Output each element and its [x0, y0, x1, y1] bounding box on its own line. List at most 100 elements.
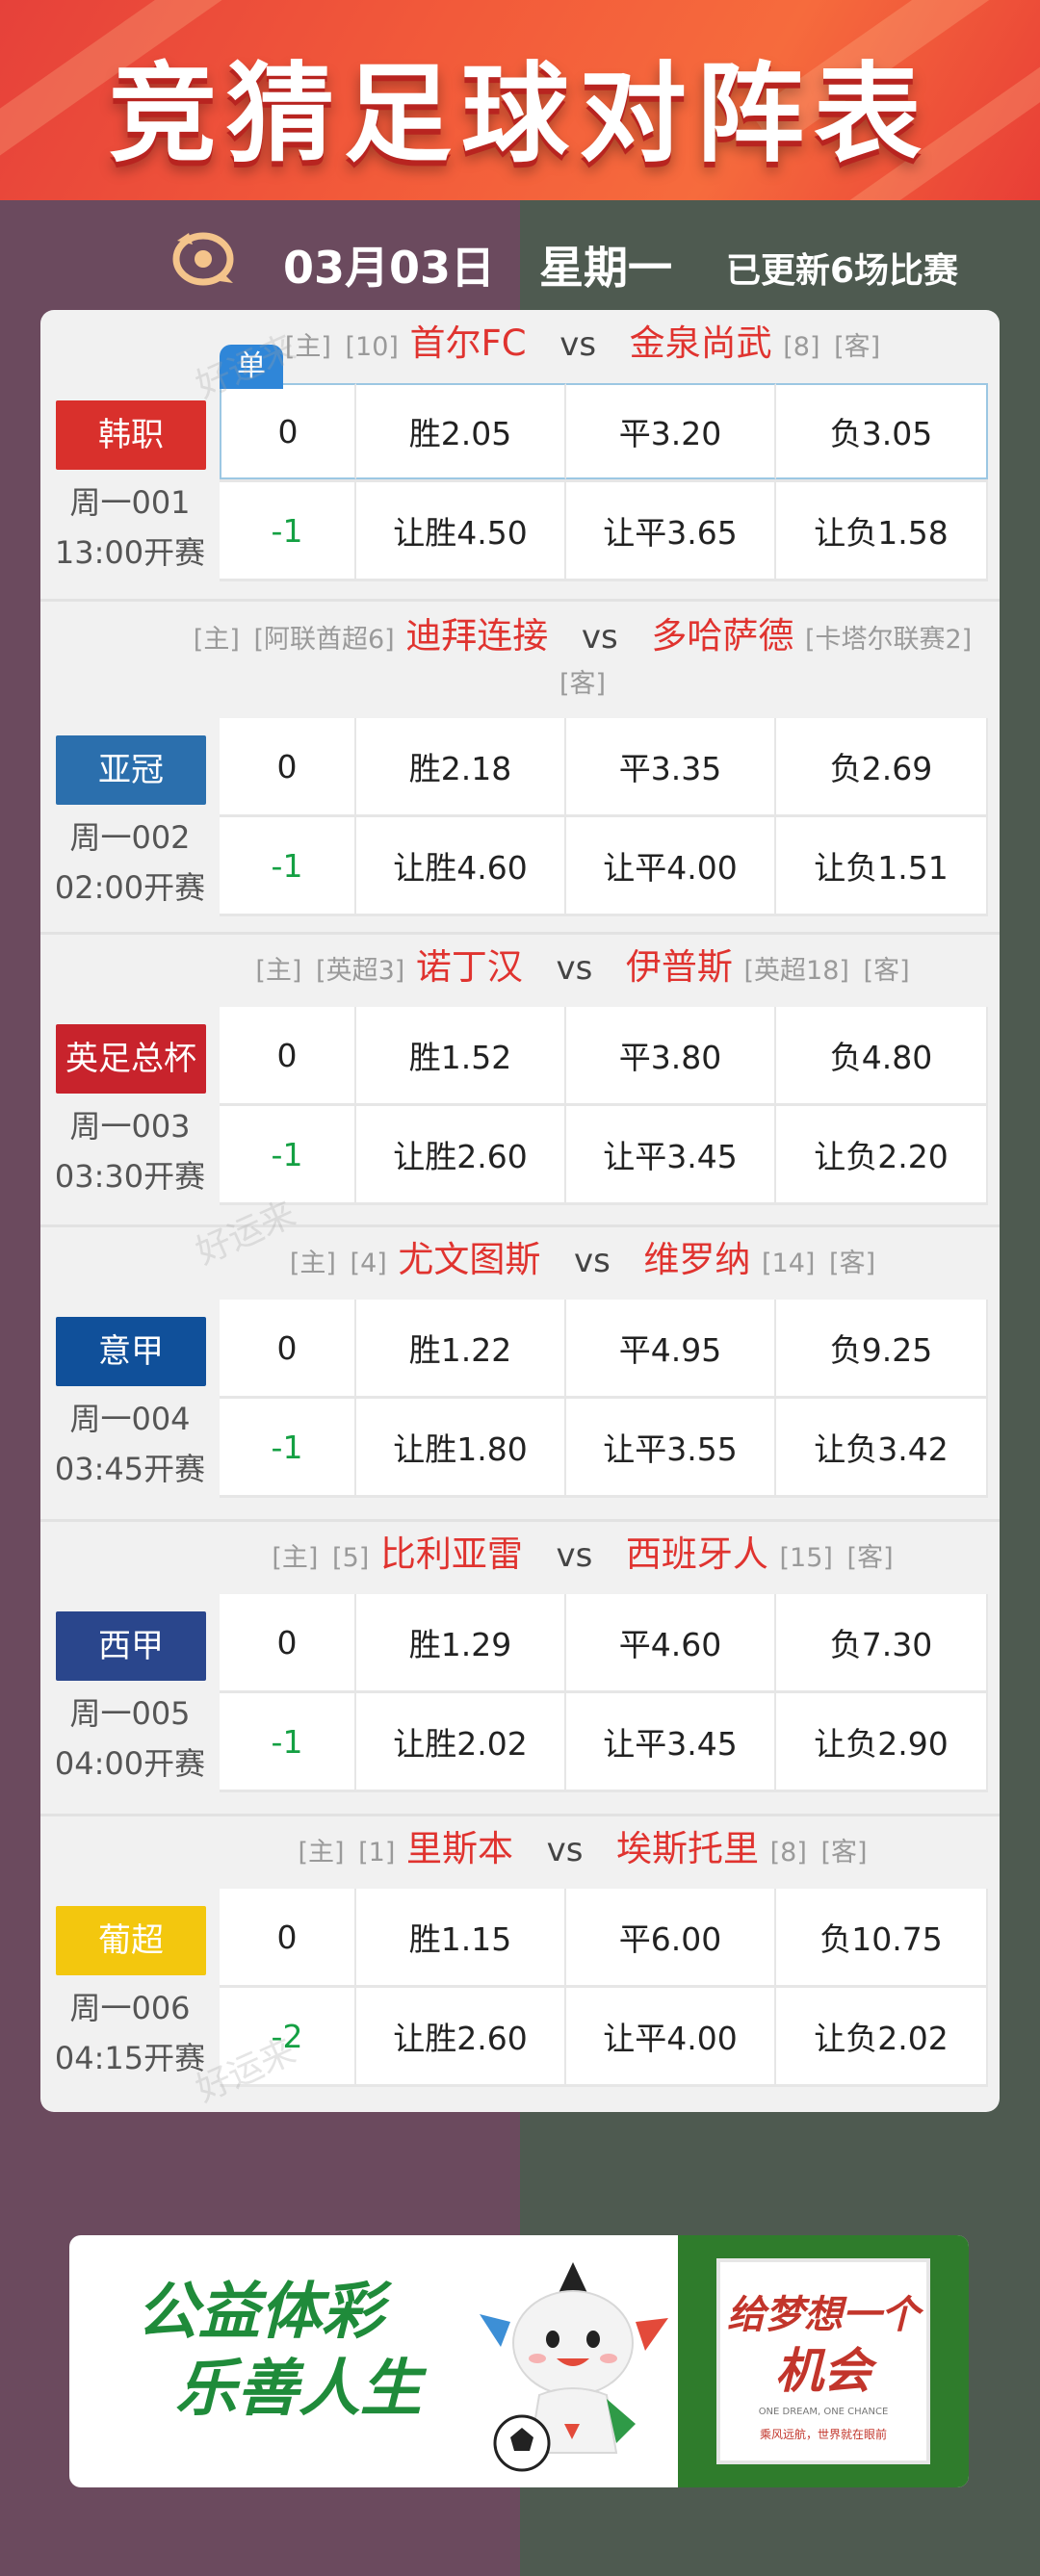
league-badge[interactable]: 英足总杯 [56, 1024, 206, 1094]
match-row: [主] [10] 首尔FC vs 金泉尚武 [8] [客] 韩职 周一001 13:… [40, 310, 1000, 603]
odds-draw-cell[interactable]: 平4.95 [566, 1300, 776, 1396]
handicap-zero-cell: 0 [220, 1889, 356, 1985]
odds-table: 0 胜1.22 平4.95 负9.25 -1 让胜1.80 让平3.55 让负3.42 [220, 1300, 988, 1498]
odds-draw-cell[interactable]: 平4.60 [566, 1594, 776, 1690]
away-team-name[interactable]: 维罗纳 [643, 1239, 750, 1280]
odds-win-cell[interactable]: 胜1.15 [356, 1889, 566, 1985]
match-card: [主] [10] 首尔FC vs 金泉尚武 [8] [客] 韩职 周一001 13:… [40, 310, 1000, 2112]
home-team-name[interactable]: 里斯本 [406, 1828, 513, 1869]
odds-lose-cell[interactable]: 负9.25 [776, 1300, 988, 1396]
odds-handicap-draw-cell[interactable]: 让平3.65 [566, 482, 776, 579]
match-row: [主] [1] 里斯本 vs 埃斯托里 [8] [客] 葡超 周一006 04:15… [40, 1816, 1000, 2108]
match-schedule: 周一001 13:00开赛 [48, 477, 212, 578]
match-row: [主] [4] 尤文图斯 vs 维罗纳 [14] [客] 意甲周一004 03:4… [40, 1226, 1000, 1519]
away-tag: [客] [820, 1838, 868, 1868]
handicap-zero-cell: 0 [220, 1007, 356, 1103]
lottery-ad-banner[interactable]: 公益体彩 乐善人生 给梦想一个 机会 ONE DREAM, ONE CHANCE… [69, 2235, 969, 2487]
away-rank: [15] [779, 1543, 833, 1573]
vs-label: vs [556, 1536, 593, 1575]
away-team-name[interactable]: 埃斯托里 [616, 1828, 759, 1869]
home-rank: [1] [358, 1838, 396, 1868]
ad-stamp: 给梦想一个 机会 ONE DREAM, ONE CHANCE 乘风远航，世界就在… [716, 2258, 930, 2464]
handicap-zero-cell: 0 [220, 383, 356, 479]
home-team-name[interactable]: 比利亚雷 [380, 1533, 523, 1575]
ad-slogan-line2: 乐善人生 [175, 2353, 422, 2425]
league-badge[interactable]: 亚冠 [56, 735, 206, 805]
vs-label: vs [581, 618, 618, 657]
match-schedule: 周一003 03:30开赛 [48, 1101, 212, 1201]
match-teams: [主] [英超3] 诺丁汉 vs 伊普斯 [英超18] [客] [175, 945, 990, 993]
match-row: [主] [英超3] 诺丁汉 vs 伊普斯 [英超18] [客] 英足总杯 周一00… [40, 934, 1000, 1226]
away-tag: [客] [559, 669, 607, 699]
page-title: 竞猜足球对阵表 [109, 51, 931, 177]
odds-handicap-draw-cell[interactable]: 让平4.00 [566, 1988, 776, 2084]
odds-lose-cell[interactable]: 负2.69 [776, 718, 988, 814]
odds-draw-cell[interactable]: 平3.35 [566, 718, 776, 814]
away-team-name[interactable]: 伊普斯 [626, 946, 733, 988]
odds-handicap-draw-cell[interactable]: 让平3.55 [566, 1399, 776, 1495]
home-team-name[interactable]: 首尔FC [410, 322, 527, 364]
home-team-name[interactable]: 尤文图斯 [398, 1239, 540, 1280]
match-schedule: 周一005 04:00开赛 [48, 1688, 212, 1789]
odds-draw-cell[interactable]: 平3.20 [566, 383, 776, 479]
odds-handicap-lose-cell[interactable]: 让负2.90 [776, 1693, 988, 1790]
odds-draw-cell[interactable]: 平3.80 [566, 1007, 776, 1103]
match-schedule: 周一002 02:00开赛 [48, 812, 212, 913]
handicap-value-cell: -1 [220, 482, 356, 579]
odds-win-cell[interactable]: 胜1.29 [356, 1594, 566, 1690]
match-teams: [主] [1] 里斯本 vs 埃斯托里 [8] [客] [175, 1827, 990, 1875]
home-team-name[interactable]: 迪拜连接 [405, 615, 548, 657]
odds-handicap-draw-cell[interactable]: 让平3.45 [566, 1106, 776, 1202]
odds-handicap-win-cell[interactable]: 让胜1.80 [356, 1399, 566, 1495]
match-code: 周一006 [69, 1990, 191, 2026]
home-rank: [5] [332, 1543, 370, 1573]
match-schedule: 周一004 03:45开赛 [48, 1394, 212, 1494]
odds-lose-cell[interactable]: 负10.75 [776, 1889, 988, 1985]
odds-win-cell[interactable]: 胜1.52 [356, 1007, 566, 1103]
league-badge[interactable]: 西甲 [56, 1611, 206, 1681]
odds-lose-cell[interactable]: 负4.80 [776, 1007, 988, 1103]
match-weekday: 星期一 [539, 242, 672, 294]
match-teams: [主] [4] 尤文图斯 vs 维罗纳 [14] [客] [175, 1238, 990, 1286]
odds-handicap-win-cell[interactable]: 让胜4.50 [356, 482, 566, 579]
odds-handicap-draw-cell[interactable]: 让平3.45 [566, 1693, 776, 1790]
match-code: 周一004 [69, 1401, 191, 1437]
odds-table: 0 胜2.18 平3.35 负2.69 -1 让胜4.60 让平4.00 让负1.51 [220, 718, 988, 916]
odds-handicap-win-cell[interactable]: 让胜2.02 [356, 1693, 566, 1790]
stamp-line2: 机会 [775, 2342, 871, 2399]
away-team-name[interactable]: 西班牙人 [626, 1533, 768, 1575]
odds-handicap-draw-cell[interactable]: 让平4.00 [566, 817, 776, 914]
home-tag: [主] [289, 1249, 336, 1278]
odds-handicap-lose-cell[interactable]: 让负1.51 [776, 817, 988, 914]
odds-handicap-win-cell[interactable]: 让胜2.60 [356, 1988, 566, 2084]
handicap-zero-cell: 0 [220, 1300, 356, 1396]
kickoff-time: 13:00开赛 [54, 534, 206, 571]
kickoff-time: 02:00开赛 [54, 869, 206, 906]
mascot-image [480, 2262, 668, 2472]
odds-win-cell[interactable]: 胜2.05 [356, 383, 566, 479]
home-rank: [4] [350, 1249, 387, 1278]
odds-lose-cell[interactable]: 负7.30 [776, 1594, 988, 1690]
odds-handicap-lose-cell[interactable]: 让负3.42 [776, 1399, 988, 1495]
odds-handicap-win-cell[interactable]: 让胜4.60 [356, 817, 566, 914]
league-badge[interactable]: 韩职 [56, 400, 206, 470]
away-tag: [客] [829, 1249, 876, 1278]
odds-win-cell[interactable]: 胜1.22 [356, 1300, 566, 1396]
home-team-name[interactable]: 诺丁汉 [416, 946, 523, 988]
odds-draw-cell[interactable]: 平6.00 [566, 1889, 776, 1985]
odds-handicap-win-cell[interactable]: 让胜2.60 [356, 1106, 566, 1202]
odds-handicap-lose-cell[interactable]: 让负1.58 [776, 482, 988, 579]
away-team-name[interactable]: 金泉尚武 [630, 322, 772, 364]
league-badge[interactable]: 意甲 [56, 1317, 206, 1386]
odds-table: 0 胜1.29 平4.60 负7.30 -1 让胜2.02 让平3.45 让负2.90 [220, 1594, 988, 1792]
away-tag: [客] [834, 332, 881, 362]
away-team-name[interactable]: 多哈萨德 [651, 615, 793, 657]
away-rank: [英超18] [743, 956, 849, 986]
odds-lose-cell[interactable]: 负3.05 [776, 383, 988, 479]
odds-table: 0 胜2.05 平3.20 负3.05 -1 让胜4.50 让平3.65 让负1.58 [220, 383, 988, 581]
odds-win-cell[interactable]: 胜2.18 [356, 718, 566, 814]
odds-handicap-lose-cell[interactable]: 让负2.20 [776, 1106, 988, 1202]
kickoff-time: 04:00开赛 [54, 1745, 206, 1782]
odds-handicap-lose-cell[interactable]: 让负2.02 [776, 1988, 988, 2084]
league-badge[interactable]: 葡超 [56, 1906, 206, 1975]
